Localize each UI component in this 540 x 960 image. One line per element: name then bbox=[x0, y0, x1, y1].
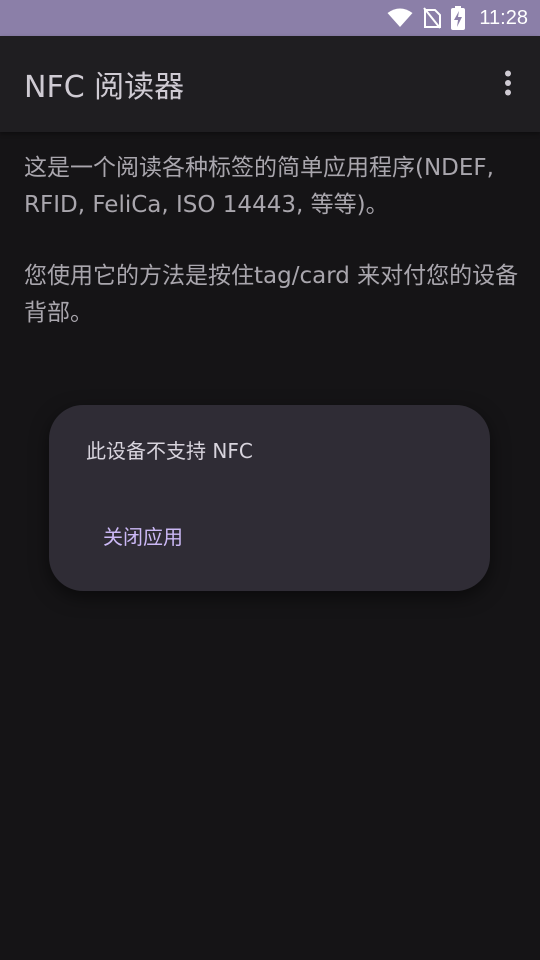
app-bar: NFC 阅读器 bbox=[0, 36, 540, 132]
wifi-icon bbox=[387, 8, 413, 28]
status-time: 11:28 bbox=[479, 6, 528, 29]
screen: 11:28 NFC 阅读器 这是一个阅读各种标签的简单应用程序(NDEF, RF… bbox=[0, 0, 540, 960]
overflow-menu-button[interactable] bbox=[494, 70, 522, 100]
app-title: NFC 阅读器 bbox=[24, 70, 185, 105]
description: 这是一个阅读各种标签的简单应用程序(NDEF, RFID, FeliCa, IS… bbox=[24, 150, 520, 332]
description-paragraph-1: 这是一个阅读各种标签的简单应用程序(NDEF, RFID, FeliCa, IS… bbox=[24, 155, 494, 218]
no-sim-icon bbox=[423, 7, 442, 29]
description-paragraph-2: 您使用它的方法是按住tag/card 来对付您的设备背部。 bbox=[24, 263, 519, 326]
nfc-unsupported-dialog: 此设备不支持 NFC 关闭应用 bbox=[49, 405, 490, 591]
battery-charging-icon bbox=[451, 6, 466, 30]
close-app-button[interactable]: 关闭应用 bbox=[89, 511, 197, 560]
dialog-message: 此设备不支持 NFC bbox=[86, 439, 253, 463]
more-vert-icon bbox=[504, 70, 512, 100]
status-bar: 11:28 bbox=[0, 0, 540, 36]
